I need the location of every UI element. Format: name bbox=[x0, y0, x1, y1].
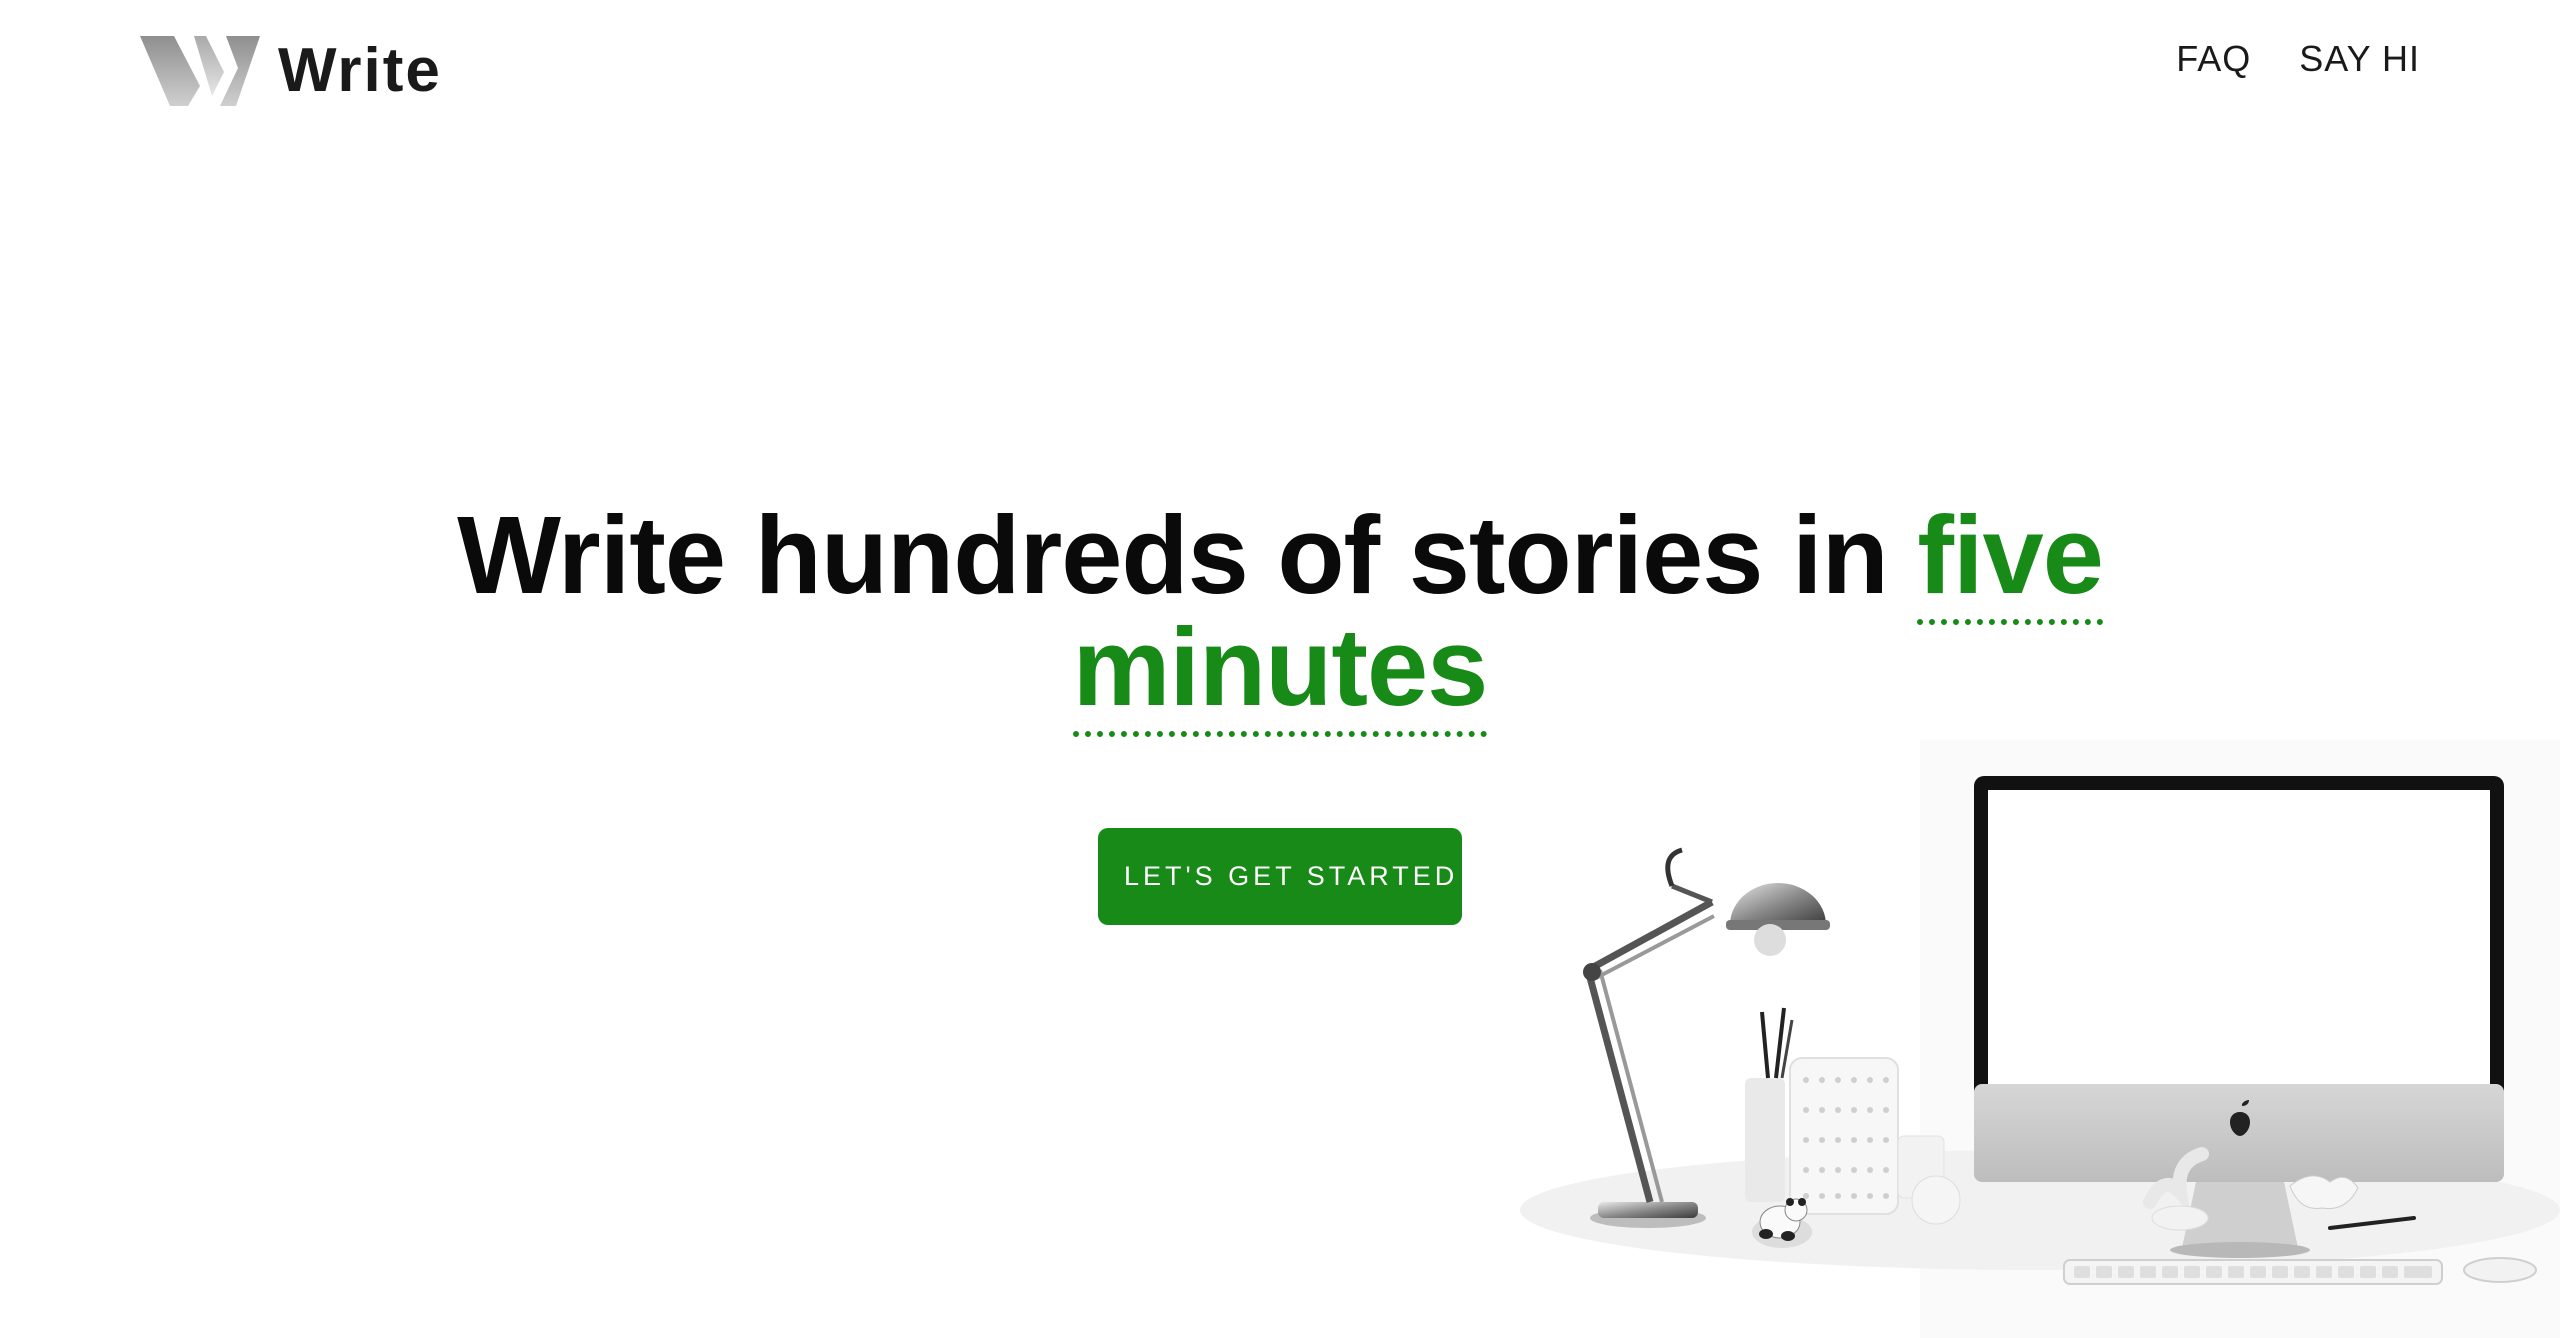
nav-say-hi-link[interactable]: SAY HI bbox=[2299, 38, 2420, 80]
hero-headline: Write hundreds of stories in five minutes bbox=[330, 494, 2230, 737]
top-nav: FAQ SAY HI bbox=[2176, 38, 2420, 80]
headline-accent-five: five bbox=[1917, 494, 2104, 625]
get-started-button[interactable]: LET'S GET STARTED bbox=[1098, 828, 1462, 925]
desk-workspace-icon bbox=[1500, 740, 2560, 1338]
headline-accent-minutes: minutes bbox=[1072, 606, 1488, 737]
site-header: Write FAQ SAY HI bbox=[0, 0, 2560, 140]
nav-faq-link[interactable]: FAQ bbox=[2176, 38, 2251, 80]
mouse-icon bbox=[2463, 1257, 2537, 1283]
logo-link[interactable]: Write bbox=[140, 36, 442, 106]
landing-page: Write FAQ SAY HI Write hundreds of stori… bbox=[0, 0, 2560, 1338]
desk-illustration bbox=[1520, 740, 2560, 1338]
headline-main-text: Write hundreds of stories in bbox=[457, 494, 1918, 617]
logo-text: Write bbox=[278, 36, 442, 105]
w-logo-icon bbox=[140, 36, 260, 106]
keyboard-icon bbox=[2063, 1259, 2443, 1285]
